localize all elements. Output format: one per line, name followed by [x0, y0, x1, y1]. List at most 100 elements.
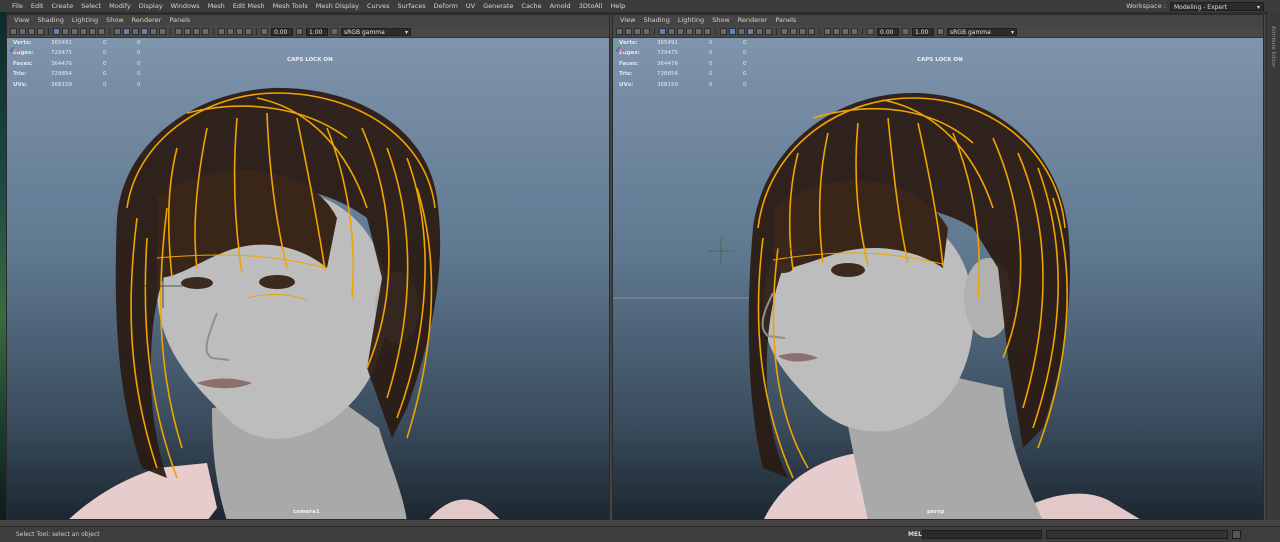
xray-joints-icon[interactable] — [236, 28, 243, 35]
camera-icon[interactable] — [616, 28, 623, 35]
multisample-aa-icon[interactable] — [193, 28, 200, 35]
film-gate-icon[interactable] — [62, 28, 69, 35]
resolution-gate-icon[interactable] — [71, 28, 78, 35]
motion-blur-icon[interactable] — [790, 28, 797, 35]
panel-menu-panels[interactable]: Panels — [771, 15, 800, 26]
camera-attr-icon[interactable] — [19, 28, 26, 35]
exposure-icon[interactable] — [261, 28, 268, 35]
gamma-field[interactable]: 1.00 — [306, 27, 328, 36]
wireframe-icon[interactable] — [114, 28, 121, 35]
smooth-shade-icon[interactable] — [729, 28, 736, 35]
menu-surfaces[interactable]: Surfaces — [394, 0, 430, 12]
default-material-icon[interactable] — [738, 28, 745, 35]
color-management-icon[interactable] — [331, 28, 338, 35]
resolution-gate-icon[interactable] — [677, 28, 684, 35]
depth-of-field-icon[interactable] — [202, 28, 209, 35]
wireframe-icon[interactable] — [720, 28, 727, 35]
menu-curves[interactable]: Curves — [363, 0, 394, 12]
camera-icon[interactable] — [10, 28, 17, 35]
use-all-lights-icon[interactable] — [150, 28, 157, 35]
panel-menu-renderer[interactable]: Renderer — [128, 15, 166, 26]
xray-icon[interactable] — [833, 28, 840, 35]
shadows-icon[interactable] — [765, 28, 772, 35]
screen-space-ao-icon[interactable] — [175, 28, 182, 35]
isolate-select-icon[interactable] — [218, 28, 225, 35]
menu-cache[interactable]: Cache — [517, 0, 545, 12]
panel-menu-lighting[interactable]: Lighting — [674, 15, 708, 26]
panel-menu-show[interactable]: Show — [102, 15, 128, 26]
panel-menu-panels[interactable]: Panels — [165, 15, 194, 26]
menu-edit-mesh[interactable]: Edit Mesh — [229, 0, 269, 12]
menu-mesh-tools[interactable]: Mesh Tools — [269, 0, 312, 12]
grid-icon[interactable] — [53, 28, 60, 35]
panel-menu-shading[interactable]: Shading — [639, 15, 673, 26]
menu-deform[interactable]: Deform — [430, 0, 462, 12]
panel-menu-lighting[interactable]: Lighting — [68, 15, 102, 26]
view-transform-dropdown[interactable]: sRGB gamma ▾ — [341, 27, 411, 36]
menu-modify[interactable]: Modify — [105, 0, 135, 12]
menu-uv[interactable]: UV — [462, 0, 479, 12]
gate-mask-icon[interactable] — [80, 28, 87, 35]
workspace-dropdown[interactable]: Modeling - Expert ▾ — [1170, 1, 1264, 11]
menu-3dtoall[interactable]: 3DtoAll — [575, 0, 607, 12]
backface-cull-icon[interactable] — [245, 28, 252, 35]
attribute-editor-collapsed[interactable]: Attribute Editor — [1266, 12, 1280, 520]
command-line-input[interactable] — [922, 530, 1042, 539]
smooth-shade-icon[interactable] — [123, 28, 130, 35]
viewport-panel-camera1[interactable]: View Shading Lighting Show Renderer Panels 0.… — [6, 14, 610, 520]
menu-generate[interactable]: Generate — [479, 0, 517, 12]
image-plane-icon[interactable] — [37, 28, 44, 35]
panel-menu-show[interactable]: Show — [708, 15, 734, 26]
camera-attr-icon[interactable] — [625, 28, 632, 35]
menu-create[interactable]: Create — [47, 0, 77, 12]
motion-blur-icon[interactable] — [184, 28, 191, 35]
multisample-aa-icon[interactable] — [799, 28, 806, 35]
viewport-camera1[interactable]: Verts: 365491 0 0 Edges: 729475 0 0 Faces: 364476… — [7, 38, 609, 519]
menu-help[interactable]: Help — [606, 0, 629, 12]
exposure-field[interactable]: 0.00 — [877, 27, 899, 36]
xray-joints-icon[interactable] — [842, 28, 849, 35]
textured-icon[interactable] — [747, 28, 754, 35]
field-chart-icon[interactable] — [89, 28, 96, 35]
safe-action-icon[interactable] — [704, 28, 711, 35]
screen-space-ao-icon[interactable] — [781, 28, 788, 35]
panel-menu-view[interactable]: View — [616, 15, 639, 26]
gamma-icon[interactable] — [296, 28, 303, 35]
gamma-icon[interactable] — [902, 28, 909, 35]
panel-menu-shading[interactable]: Shading — [33, 15, 67, 26]
exposure-field[interactable]: 0.00 — [271, 27, 293, 36]
grid-icon[interactable] — [659, 28, 666, 35]
viewport-panel-persp[interactable]: View Shading Lighting Show Renderer Panels 0.… — [612, 14, 1264, 520]
gate-mask-icon[interactable] — [686, 28, 693, 35]
menu-mesh[interactable]: Mesh — [204, 0, 229, 12]
panel-menu-view[interactable]: View — [10, 15, 33, 26]
gamma-field[interactable]: 1.00 — [912, 27, 934, 36]
field-chart-icon[interactable] — [695, 28, 702, 35]
menu-select[interactable]: Select — [77, 0, 105, 12]
default-material-icon[interactable] — [132, 28, 139, 35]
menu-display[interactable]: Display — [135, 0, 167, 12]
menu-mesh-display[interactable]: Mesh Display — [312, 0, 363, 12]
attribute-editor-tab-label[interactable]: Attribute Editor — [1270, 26, 1276, 68]
xray-icon[interactable] — [227, 28, 234, 35]
menu-file[interactable]: File — [8, 0, 27, 12]
menu-windows[interactable]: Windows — [167, 0, 204, 12]
safe-action-icon[interactable] — [98, 28, 105, 35]
bookmark-icon[interactable] — [28, 28, 35, 35]
script-editor-button[interactable] — [1232, 530, 1241, 539]
panel-menu-renderer[interactable]: Renderer — [734, 15, 772, 26]
film-gate-icon[interactable] — [668, 28, 675, 35]
depth-of-field-icon[interactable] — [808, 28, 815, 35]
menu-edit[interactable]: Edit — [27, 0, 48, 12]
use-all-lights-icon[interactable] — [756, 28, 763, 35]
isolate-select-icon[interactable] — [824, 28, 831, 35]
view-transform-dropdown[interactable]: sRGB gamma ▾ — [947, 27, 1017, 36]
viewport-persp[interactable]: Verts: 365491 0 0 Edges: 729475 0 0 Faces: 364476… — [613, 38, 1263, 519]
image-plane-icon[interactable] — [643, 28, 650, 35]
color-management-icon[interactable] — [937, 28, 944, 35]
backface-cull-icon[interactable] — [851, 28, 858, 35]
bookmark-icon[interactable] — [634, 28, 641, 35]
menu-arnold[interactable]: Arnold — [546, 0, 575, 12]
exposure-icon[interactable] — [867, 28, 874, 35]
shadows-icon[interactable] — [159, 28, 166, 35]
